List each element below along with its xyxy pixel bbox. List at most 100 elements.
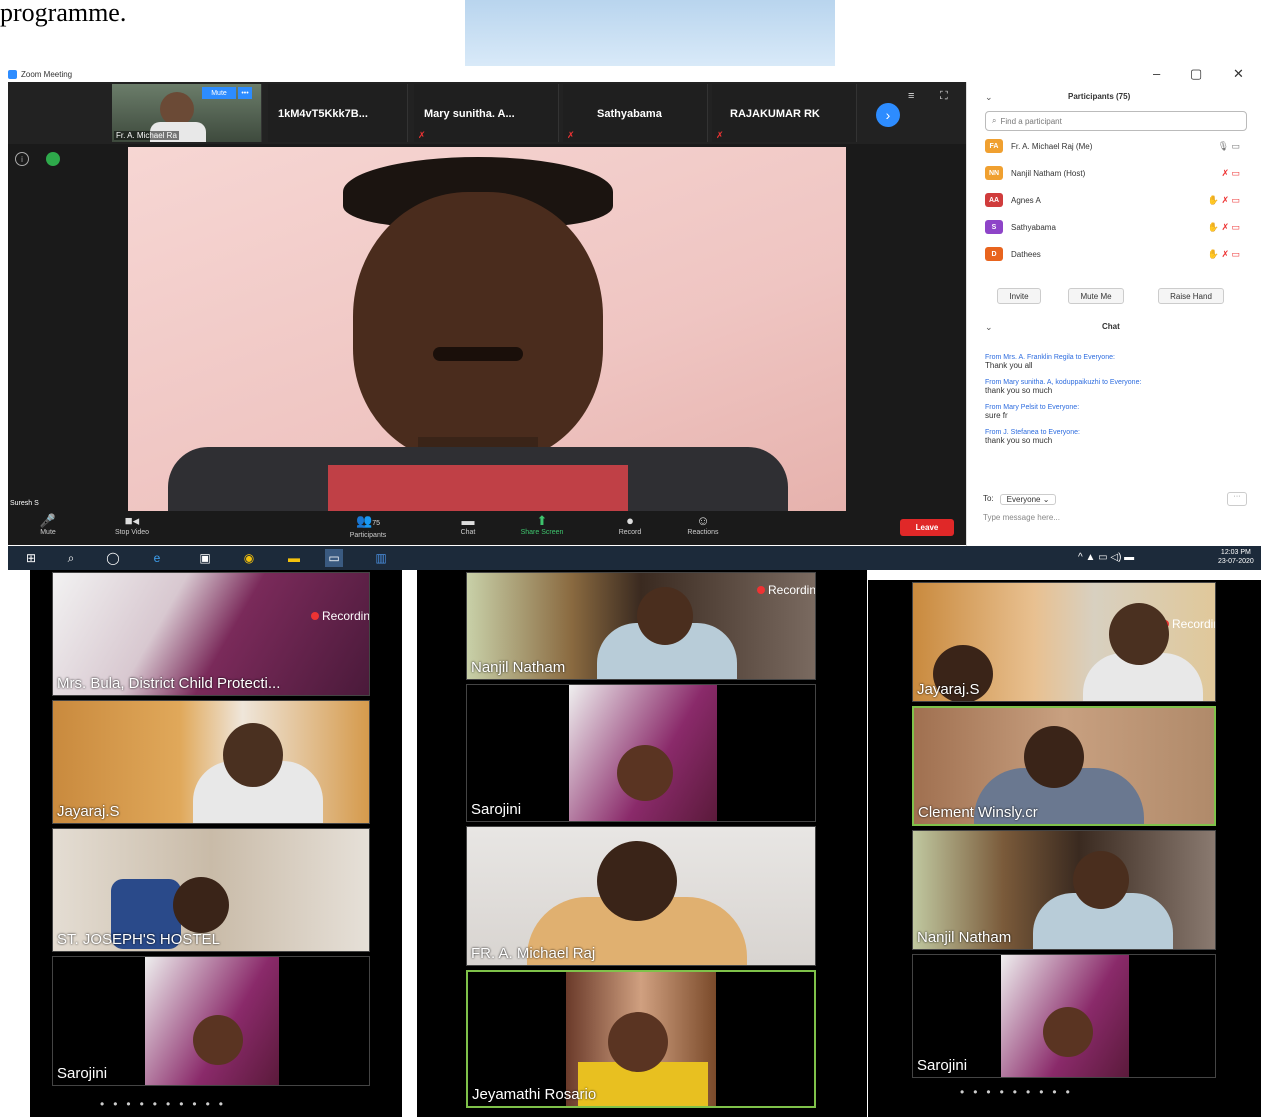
participants-count: 75 [372,520,380,527]
word-icon[interactable]: ▥ [372,549,390,567]
video-tile[interactable]: Recording Nanjil Natham [466,572,816,680]
video-tile[interactable]: Recording Jayaraj.S [912,582,1216,702]
search-placeholder: Find a participant [1000,116,1062,126]
taskbar-clock[interactable]: 12:03 PM 23-07-2020 [1218,548,1254,566]
participant-head [1024,726,1084,788]
participants-label: Participants [349,532,387,539]
page-indicator-dots[interactable]: •••••••••• [100,1097,232,1111]
security-shield-icon[interactable] [46,152,60,166]
participant-name: Agnes A [1011,195,1041,205]
participant-head [1073,851,1129,909]
reactions-icon: ☺ [696,513,710,528]
leave-button[interactable]: Leave [900,519,954,536]
video-tile[interactable]: Sarojini [466,684,816,822]
speaker-moustache [433,347,523,361]
chat-text: Thank you all [985,361,1033,370]
recording-label: Recording [1172,617,1215,631]
participants-button[interactable]: 👥75 Participants [340,514,396,540]
mic-muted-icon: ✗ [567,130,575,140]
raised-hand-muted-icons: ✋ ✗ ▭ [1207,248,1240,259]
chat-recipient-select[interactable]: Everyone ⌄ [999,494,1057,505]
chat-message: From Mary Pelsit to Everyone: sure fr [985,404,1247,420]
tile-name: Jayaraj.S [917,681,980,698]
participant-row[interactable]: FA Fr. A. Michael Raj (Me) 🎙 ▭ [985,136,1240,156]
next-page-icon[interactable]: › [876,103,900,127]
file-explorer-icon[interactable]: ▬ [285,549,303,567]
collapse-chat-icon[interactable]: ⌄ [985,322,993,333]
participant-head [223,723,283,787]
mute-me-button[interactable]: Mute Me [1068,288,1124,304]
chat-message-input[interactable]: Type message here... [983,513,1060,522]
store-icon[interactable]: ▣ [196,549,214,567]
share-screen-button[interactable]: ⬆ Share Screen [514,514,570,537]
participant-head [1043,1007,1093,1057]
more-options-icon[interactable]: ••• [238,87,252,99]
participant-row[interactable]: NN Nanjil Natham (Host) ✗ ▭ [985,163,1240,183]
mic-muted-icon: ✗ [716,130,724,140]
video-tile[interactable]: Recording Mrs. Bula, District Child Prot… [52,572,370,696]
mute-button[interactable]: Mute [202,87,236,99]
info-icon[interactable]: i [15,152,29,166]
video-tile-active-speaker[interactable]: Clement Winsly.cr [912,706,1216,826]
page-indicator-dots[interactable]: ••••••••• [960,1085,1079,1099]
restore-icon[interactable]: ▢ [1190,66,1202,82]
video-tile[interactable]: Sarojini [52,956,370,1086]
recording-label: Recording [322,609,370,623]
chat-message: From Mrs. A. Franklin Regila to Everyone… [985,354,1247,370]
fullscreen-icon[interactable]: ⛶ [940,90,948,103]
microphone-icon: 🎤 [39,513,57,528]
raise-hand-button[interactable]: Raise Hand [1158,288,1224,304]
chat-message-list: From Mrs. A. Franklin Regila to Everyone… [985,354,1247,445]
video-tile-active-speaker[interactable]: Jeyamathi Rosario [466,970,816,1108]
windows-start-icon[interactable]: ⊞ [22,549,40,567]
participant-head [160,92,194,126]
participant-row[interactable]: D Dathees ✋ ✗ ▭ [985,244,1240,264]
chat-more-icon[interactable]: ··· [1227,492,1247,506]
edge-browser-icon[interactable]: e [148,549,166,567]
minimize-icon[interactable]: – [1153,66,1160,81]
tile-name: Sarojini [471,801,522,818]
participant-avatar: NN [985,166,1003,180]
thumbnail-self[interactable]: Mute ••• Fr. A. Michael Ra [112,84,262,142]
participant-row[interactable]: S Sathyabama ✋ ✗ ▭ [985,217,1240,237]
chat-text: thank you so much [985,436,1053,445]
video-tile[interactable]: Sarojini [912,954,1216,1078]
zoom-taskbar-icon[interactable]: ▭ [325,549,343,567]
participant-name: Dathees [1011,249,1041,259]
thumbnail-participant[interactable]: RAJAKUMAR RK ✗ [712,84,857,142]
thumbnail-participant[interactable]: 1kM4vT5Kkk7B... [268,84,408,142]
speaker-shirt-stripe [328,465,628,511]
participant-search-input[interactable]: ⌕ Find a participant [985,111,1247,131]
chat-panel-title: Chat [1102,322,1120,331]
zoom-app-icon [8,69,17,79]
video-tile[interactable]: FR. A. Michael Raj [466,826,816,966]
tile-name: Sarojini [917,1057,968,1074]
participant-name: Fr. A. Michael Raj (Me) [1011,141,1093,151]
recording-indicator: Recording [1161,617,1215,631]
collapse-participants-icon[interactable]: ⌄ [985,92,993,103]
raised-hand-muted-icons: ✋ ✗ ▭ [1207,194,1240,205]
share-screen-icon: ⬆ [536,513,548,528]
video-tile[interactable]: Nanjil Natham [912,830,1216,950]
search-icon[interactable]: ⌕ [62,549,80,567]
participant-row[interactable]: AA Agnes A ✋ ✗ ▭ [985,190,1240,210]
close-icon[interactable]: ✕ [1233,66,1244,82]
thumbnail-name: Fr. A. Michael Ra [114,131,179,140]
reactions-button[interactable]: ☺ Reactions [676,514,730,537]
invite-button[interactable]: Invite [997,288,1041,304]
recording-indicator: Recording [757,583,815,597]
chat-button[interactable]: ▬ Chat [448,514,488,537]
stop-video-button[interactable]: ■◂ Stop Video [104,514,160,537]
system-tray-icons[interactable]: ^ ▲ ▭ ◁) ▬ [1078,552,1134,563]
chrome-icon[interactable]: ◉ [240,549,258,567]
mic-video-icons: 🎙 ▭ [1217,140,1240,151]
record-button[interactable]: ● Record [608,514,652,537]
participant-avatar: FA [985,139,1003,153]
task-view-icon[interactable]: ◯ [104,549,122,567]
mute-toolbar-button[interactable]: 🎤 Mute [28,514,68,537]
view-menu-icon[interactable]: ≡ [908,90,914,102]
thumbnail-participant[interactable]: Sathyabama ✗ [563,84,708,142]
video-tile[interactable]: Jayaraj.S [52,700,370,824]
thumbnail-participant[interactable]: Mary sunitha. A... ✗ [414,84,559,142]
video-tile[interactable]: ST. JOSEPH'S HOSTEL [52,828,370,952]
